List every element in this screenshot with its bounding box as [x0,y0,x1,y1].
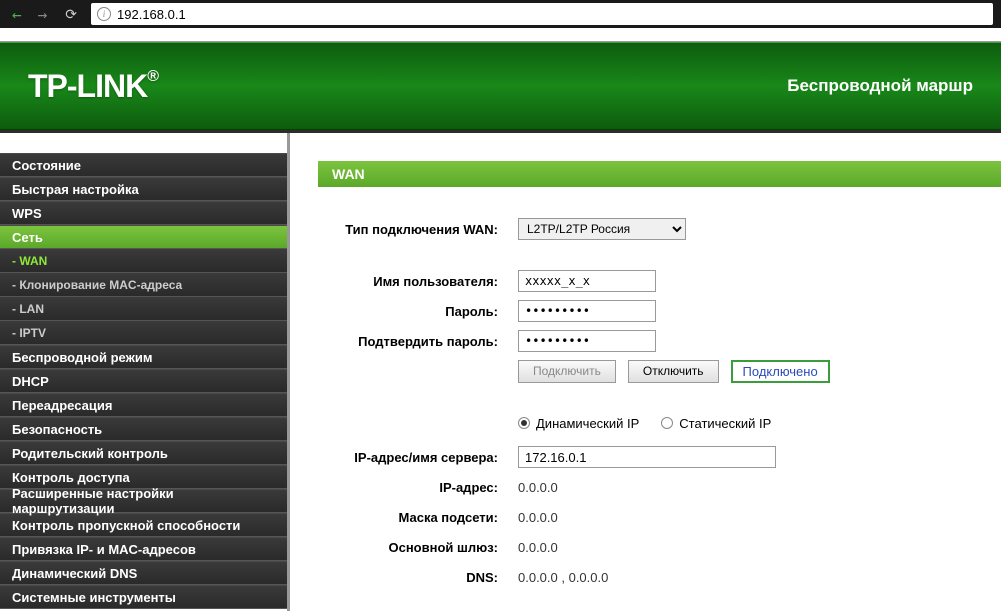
url-text: 192.168.0.1 [117,7,186,22]
sidebar-item[interactable]: Безопасность [0,417,287,441]
label-conn-type: Тип подключения WAN: [318,222,518,237]
input-server[interactable] [518,446,776,468]
sidebar-item[interactable]: Беспроводной режим [0,345,287,369]
sidebar-item[interactable]: Системные инструменты [0,585,287,609]
forward-button[interactable]: → [34,5,52,24]
radio-dynamic-ip[interactable]: Динамический IP [518,416,639,431]
label-server: IP-адрес/имя сервера: [318,450,518,465]
sidebar-subitem[interactable]: - Клонирование MAC-адреса [0,273,287,297]
sidebar-subitem[interactable]: - LAN [0,297,287,321]
sidebar-item[interactable]: WPS [0,201,287,225]
sidebar-item[interactable]: Расширенные настройки маршрутизации [0,489,287,513]
sidebar-item[interactable]: Контроль пропускной способности [0,513,287,537]
separator [0,28,1001,42]
sidebar-item[interactable]: Быстрая настройка [0,177,287,201]
value-ip: 0.0.0.0 [518,480,558,495]
value-gateway: 0.0.0.0 [518,540,558,555]
label-confirm: Подтвердить пароль: [318,334,518,349]
sidebar-item[interactable]: Состояние [0,153,287,177]
browser-toolbar: ← → ⟳ i 192.168.0.1 [0,0,1001,28]
sidebar-item[interactable]: Родительский контроль [0,441,287,465]
label-mask: Маска подсети: [318,510,518,525]
reload-button[interactable]: ⟳ [59,6,83,23]
brand-tagline: Беспроводной маршр [787,76,973,96]
value-dns: 0.0.0.0 , 0.0.0.0 [518,570,608,585]
sidebar-item[interactable]: Сеть [0,225,287,249]
label-username: Имя пользователя: [318,274,518,289]
address-bar[interactable]: i 192.168.0.1 [91,3,993,25]
sidebar-item[interactable]: Динамический DNS [0,561,287,585]
value-mask: 0.0.0.0 [518,510,558,525]
input-username[interactable] [518,270,656,292]
brand-logo: TP-LINK® [28,68,158,105]
label-dns: DNS: [318,570,518,585]
sidebar: СостояниеБыстрая настройкаWPSСеть- WAN- … [0,133,290,611]
input-confirm-password[interactable] [518,330,656,352]
radio-static-ip[interactable]: Статический IP [661,416,771,431]
connection-status: Подключено [731,360,830,383]
input-password[interactable] [518,300,656,322]
radio-icon [661,417,673,429]
back-button[interactable]: ← [8,5,26,24]
sidebar-subitem[interactable]: - WAN [0,249,287,273]
sidebar-item[interactable]: Переадресация [0,393,287,417]
sidebar-item[interactable]: DHCP [0,369,287,393]
disconnect-button[interactable]: Отключить [628,360,719,383]
select-conn-type[interactable]: L2TP/L2TP Россия [518,218,686,240]
connect-button[interactable]: Подключить [518,360,616,383]
label-ip: IP-адрес: [318,480,518,495]
label-password: Пароль: [318,304,518,319]
main-panel: WAN Тип подключения WAN: L2TP/L2TP Росси… [290,133,1001,611]
page-title: WAN [318,161,1001,187]
sidebar-item[interactable]: Привязка IP- и MAC-адресов [0,537,287,561]
sidebar-subitem[interactable]: - IPTV [0,321,287,345]
radio-icon [518,417,530,429]
label-gateway: Основной шлюз: [318,540,518,555]
info-icon: i [97,7,111,21]
header-banner: TP-LINK® Беспроводной маршр [0,42,1001,130]
